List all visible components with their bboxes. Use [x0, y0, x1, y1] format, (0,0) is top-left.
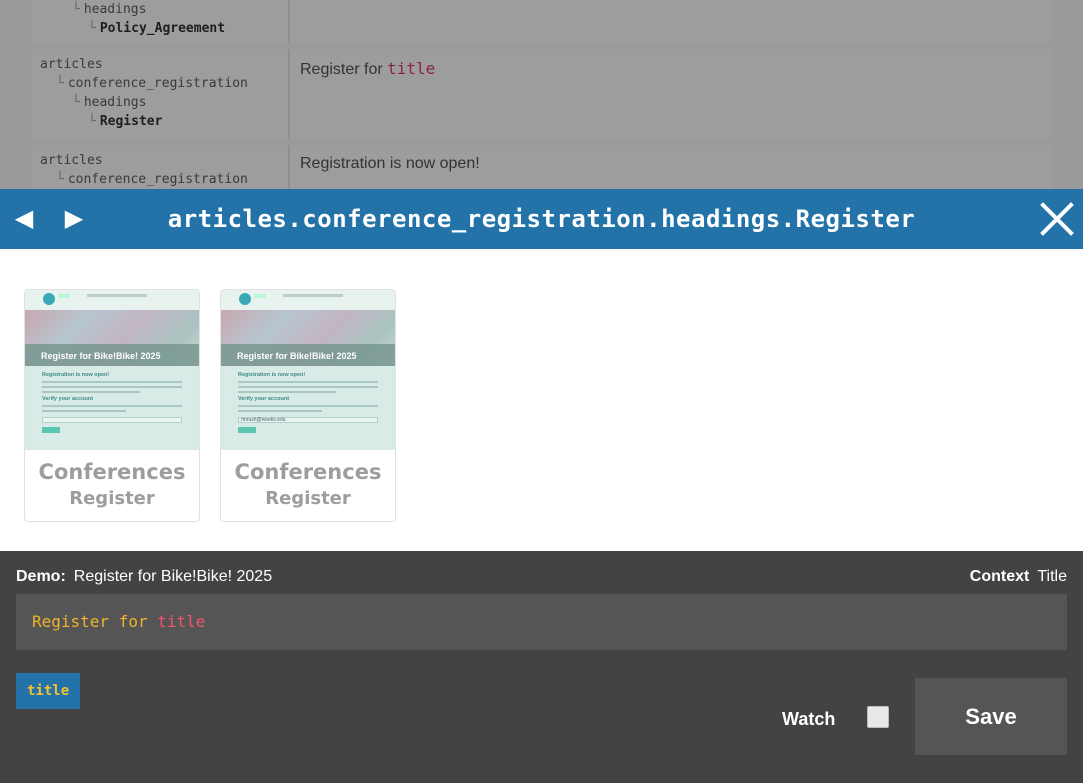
card-title: Conferences [38, 460, 186, 484]
context-value: Title [1037, 568, 1067, 585]
demo-value: Register for Bike!Bike! 2025 [73, 568, 273, 585]
table-row: articles └ conference_registration └ headi… [32, 49, 1051, 139]
save-button[interactable]: Save [915, 678, 1067, 755]
translation-value [290, 0, 1051, 43]
key-path: └ headings └ Policy_Agreement [32, 0, 290, 43]
variable-chip[interactable]: title [16, 673, 81, 709]
translation-value: Register for title [300, 59, 436, 78]
variable-token: title [157, 612, 206, 631]
close-icon[interactable] [1039, 201, 1075, 237]
translation-key-title: articles.conference_registration.heading… [167, 205, 916, 233]
context-row: Context Title [970, 568, 1067, 586]
screenshots-area: Register for Bike!Bike! 2025 Registratio… [0, 249, 1083, 551]
translation-input[interactable]: Register for title [16, 594, 1067, 650]
key-path: articles └ conference_registration └ headi… [32, 49, 290, 139]
card-subtitle: Register [265, 488, 351, 509]
screenshot-card[interactable]: Register for Bike!Bike! 2025 Registratio… [24, 289, 200, 522]
next-button[interactable]: ▶ [56, 199, 92, 237]
table-row: └ headings └ Policy_Agreement [32, 0, 1051, 43]
watch-label: Watch [782, 709, 836, 729]
translation-editor: Demo: Register for Bike!Bike! 2025 Contex… [0, 551, 1083, 783]
page-thumbnail: Register for Bike!Bike! 2025 Registratio… [221, 290, 395, 450]
card-subtitle: Register [69, 488, 155, 509]
previous-button[interactable]: ◀ [6, 199, 42, 237]
watch-checkbox[interactable] [867, 706, 889, 728]
page-thumbnail: Register for Bike!Bike! 2025 Registratio… [25, 290, 199, 450]
translations-table: └ headings └ Policy_Agreement articles └ co… [32, 0, 1051, 211]
demo-label: Demo: [16, 568, 66, 585]
logo-icon [239, 293, 251, 305]
card-title: Conferences [234, 460, 382, 484]
demo-row: Demo: Register for Bike!Bike! 2025 [16, 568, 272, 586]
screenshot-card[interactable]: Register for Bike!Bike! 2025 Registratio… [220, 289, 396, 522]
context-label: Context [969, 568, 1030, 585]
modal-header: ◀ ▶ articles.conference_registration.hea… [0, 189, 1083, 249]
logo-icon [43, 293, 55, 305]
